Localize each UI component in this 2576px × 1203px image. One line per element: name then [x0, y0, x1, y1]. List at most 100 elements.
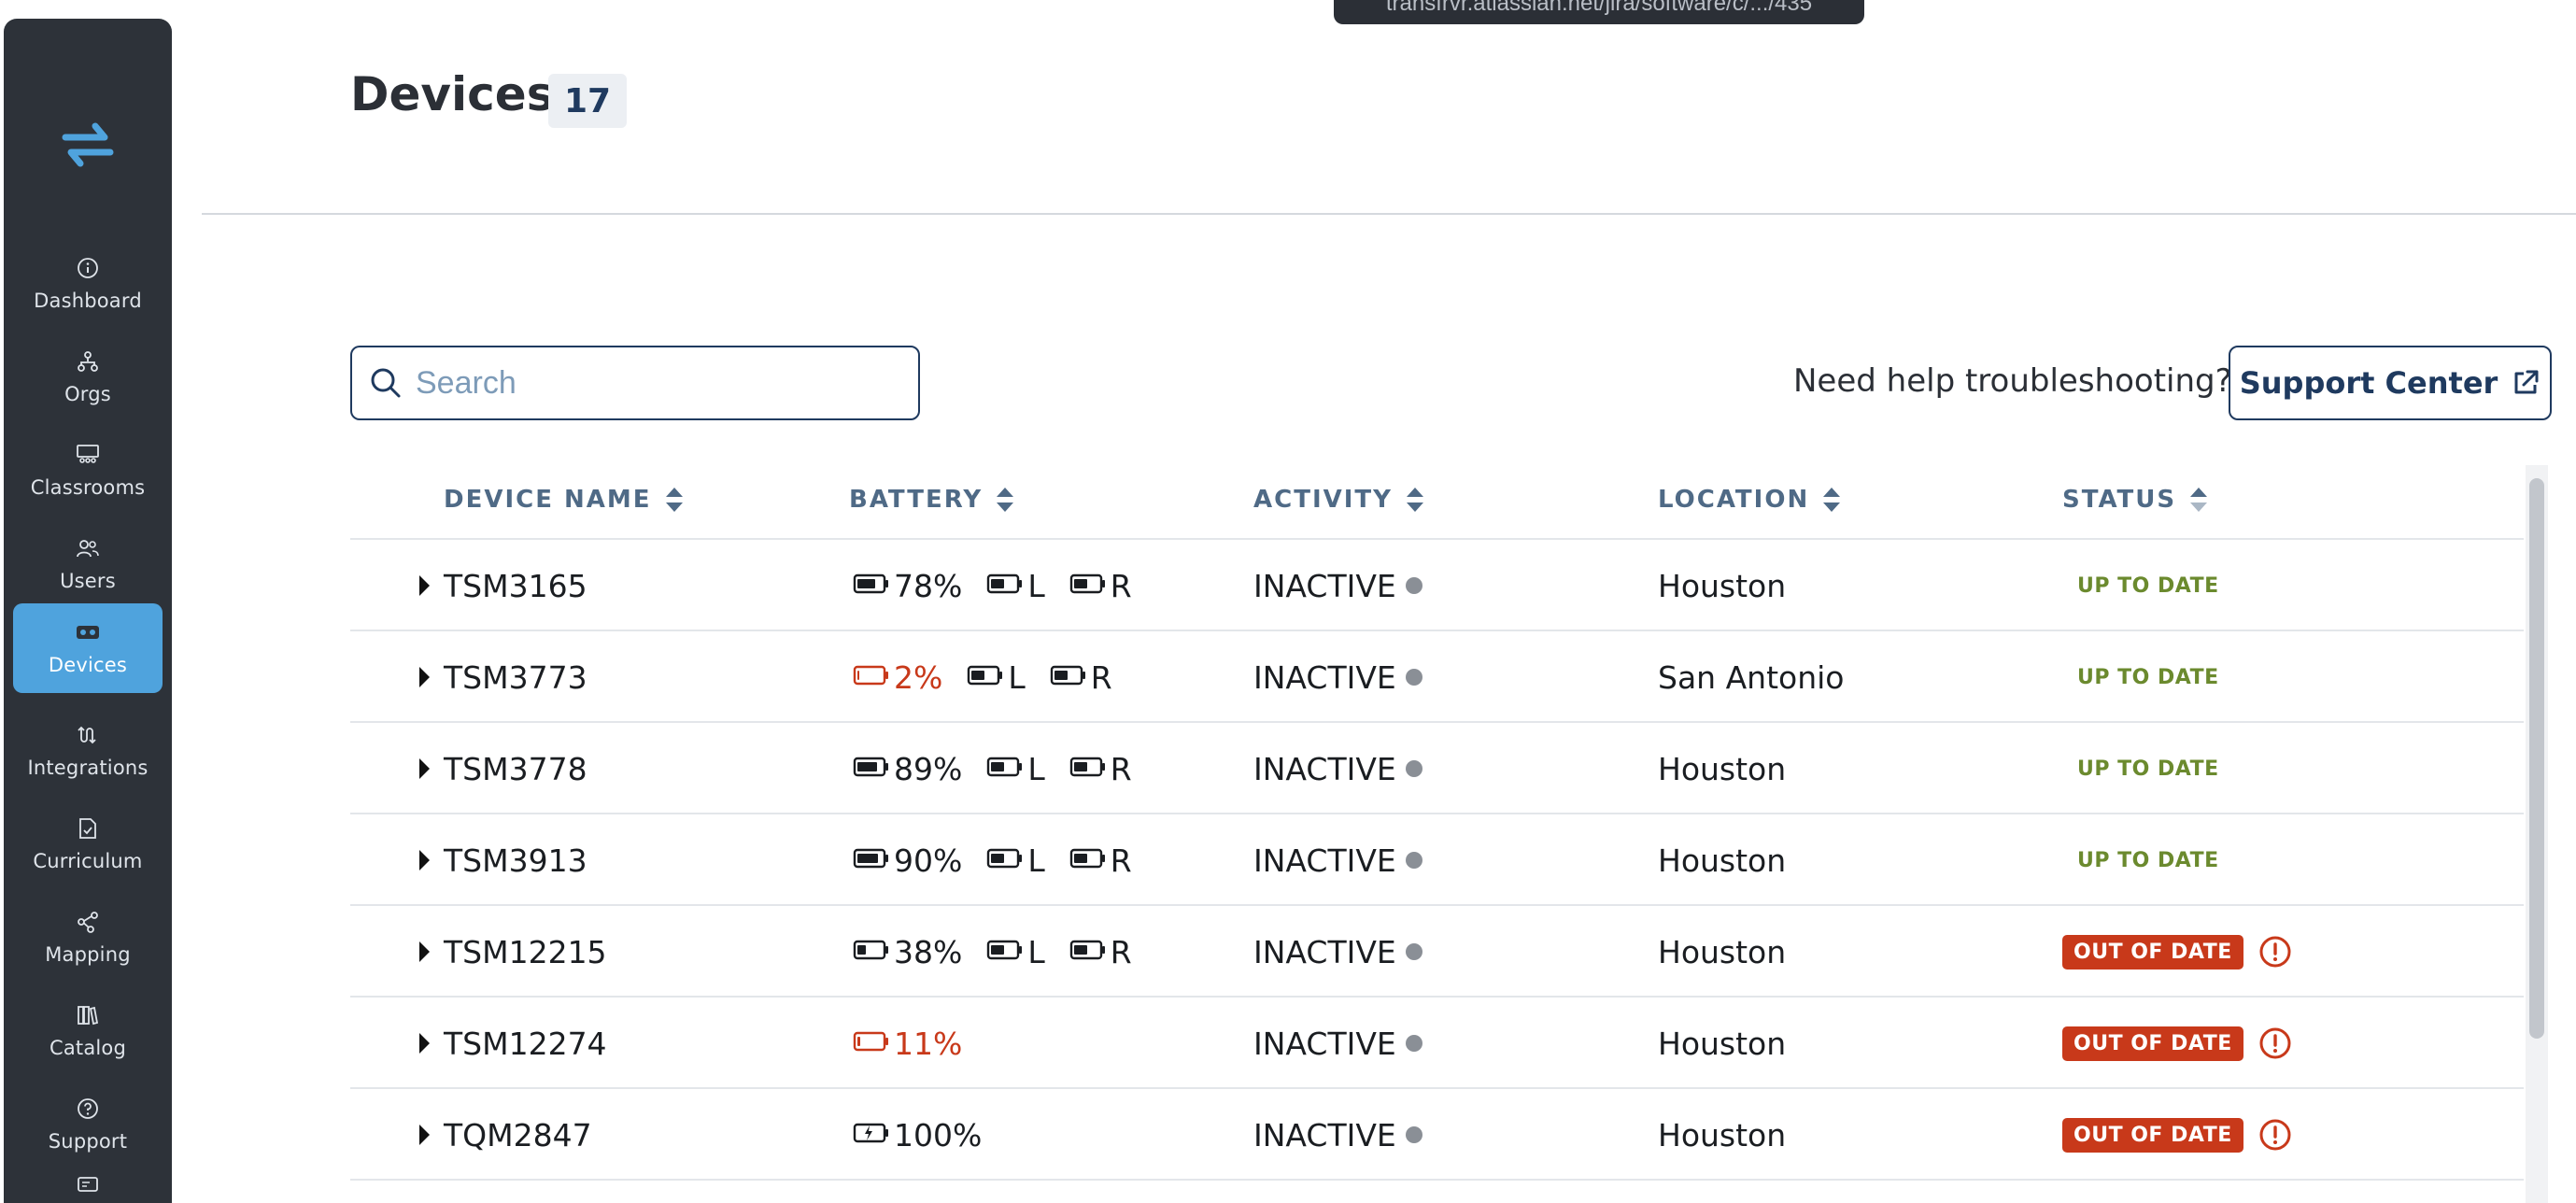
right-controller-battery: R	[1066, 751, 1132, 787]
expand-row-icon[interactable]	[419, 1125, 430, 1145]
controller-label: L	[1027, 567, 1045, 604]
headset-battery: 78%	[849, 568, 962, 604]
sidebar-item-label: Curriculum	[33, 850, 143, 872]
edit-card-icon	[76, 1173, 100, 1197]
vr-headset-icon	[76, 620, 100, 644]
left-controller-battery: L	[983, 751, 1045, 787]
table-row[interactable]: TSM3773 2% L R INACTIVE San Antonio UP TO DATE	[350, 631, 2524, 723]
battery-icon	[853, 659, 890, 696]
column-header-status[interactable]: STATUS	[2062, 486, 2208, 514]
status-badge: OUT OF DATE	[2062, 1026, 2243, 1061]
search-input[interactable]	[416, 364, 901, 402]
search-icon	[371, 368, 401, 398]
location-cell: Houston	[1658, 933, 1787, 970]
device-name: TQM2847	[444, 1116, 592, 1153]
battery-level: 2%	[894, 658, 943, 696]
location-cell: San Antonio	[1658, 658, 1845, 696]
column-header-battery[interactable]: BATTERY	[849, 486, 1014, 514]
sidebar-item-devices[interactable]: Devices	[13, 603, 163, 693]
table-row[interactable]: TSM3913 90% L R INACTIVE Houston UP TO DATE	[350, 814, 2524, 906]
books-icon	[76, 1003, 100, 1027]
table-row[interactable]: TQM2847 100% INACTIVE Houston OUT OF DATE	[350, 1089, 2524, 1181]
activity-cell: INACTIVE	[1253, 814, 1422, 906]
activity-dot	[1405, 852, 1422, 869]
warning-icon[interactable]	[2258, 1026, 2292, 1060]
column-header-label: ACTIVITY	[1253, 486, 1393, 514]
sidebar-item-users[interactable]: Users	[13, 519, 163, 609]
sidebar-item-curriculum[interactable]: Curriculum	[13, 800, 163, 889]
sidebar-item-label: Catalog	[49, 1037, 127, 1059]
column-header-device-name[interactable]: DEVICE NAME	[444, 486, 684, 514]
expand-row-icon[interactable]	[419, 850, 430, 870]
status-cell: UP TO DATE	[2062, 814, 2219, 906]
left-controller-battery: L	[983, 842, 1045, 879]
status-cell: UP TO DATE	[2062, 631, 2219, 723]
device-name: TSM12215	[444, 933, 607, 970]
controller-battery-icon	[986, 568, 1024, 604]
controller-label: L	[1027, 933, 1045, 970]
sort-icon	[665, 488, 683, 512]
activity-dot	[1405, 1035, 1422, 1052]
activity-dot	[1405, 669, 1422, 686]
activity-label: INACTIVE	[1253, 658, 1396, 696]
headset-battery: 100%	[849, 1117, 982, 1153]
device-name: TSM12274	[444, 1025, 607, 1062]
sidebar-item-label: Devices	[48, 654, 128, 676]
expand-row-icon[interactable]	[419, 575, 430, 596]
activity-dot	[1405, 577, 1422, 594]
expand-row-icon[interactable]	[419, 758, 430, 779]
sidebar-item-classrooms[interactable]: Classrooms	[13, 426, 163, 516]
expand-row-icon[interactable]	[419, 667, 430, 687]
column-header-label: DEVICE NAME	[444, 486, 652, 514]
sidebar-item-catalog[interactable]: Catalog	[13, 986, 163, 1076]
sidebar-item-label: Orgs	[64, 383, 111, 405]
expand-row-icon[interactable]	[419, 941, 430, 962]
expand-row-icon[interactable]	[419, 1033, 430, 1054]
activity-cell: INACTIVE	[1253, 998, 1422, 1089]
controller-label: R	[1110, 933, 1132, 970]
table-row[interactable]: TSM12274 11% INACTIVE Houston OUT OF DATE	[350, 998, 2524, 1089]
activity-dot	[1405, 943, 1422, 960]
battery-cell: 78% L R	[849, 540, 1153, 631]
activity-label: INACTIVE	[1253, 842, 1396, 879]
search-box[interactable]	[350, 346, 920, 420]
sidebar-item-mapping[interactable]: Mapping	[13, 893, 163, 983]
external-link-icon	[2514, 370, 2539, 394]
activity-label: INACTIVE	[1253, 933, 1396, 970]
controller-battery-icon	[986, 842, 1024, 879]
sidebar-item-integrations[interactable]: Integrations	[13, 706, 163, 796]
left-controller-battery: L	[983, 933, 1045, 970]
users-icon	[76, 536, 100, 560]
battery-cell: 38% L R	[849, 906, 1153, 998]
column-header-location[interactable]: LOCATION	[1658, 486, 1841, 514]
controller-label: R	[1090, 658, 1112, 696]
sidebar: Dashboard Orgs Classrooms Users Devices	[4, 19, 172, 1203]
scrollbar-thumb[interactable]	[2529, 478, 2544, 1039]
location-cell: Houston	[1658, 842, 1787, 879]
controller-battery-icon	[1069, 751, 1107, 787]
location-cell: Houston	[1658, 1025, 1787, 1062]
sidebar-item-more[interactable]	[13, 1173, 163, 1203]
sidebar-item-orgs[interactable]: Orgs	[13, 333, 163, 422]
table-row[interactable]: TSM12215 38% L R INACTIVE Houston OUT OF DATE	[350, 906, 2524, 998]
sidebar-item-support[interactable]: Support	[13, 1080, 163, 1169]
right-controller-battery: R	[1066, 842, 1132, 879]
activity-cell: INACTIVE	[1253, 631, 1422, 723]
sort-icon	[1823, 488, 1841, 512]
sidebar-item-label: Users	[60, 570, 116, 592]
warning-icon[interactable]	[2258, 935, 2292, 969]
controller-battery-icon	[986, 934, 1024, 970]
column-header-activity[interactable]: ACTIVITY	[1253, 486, 1424, 514]
table-row[interactable]: TSM3778 89% L R INACTIVE Houston UP TO DATE	[350, 723, 2524, 814]
support-center-label: Support Center	[2239, 365, 2498, 401]
sidebar-item-label: Integrations	[27, 757, 149, 779]
table-row[interactable]: TSM3165 78% L R INACTIVE Houston UP TO DATE	[350, 540, 2524, 631]
support-center-button[interactable]: Support Center	[2229, 346, 2552, 420]
table-scrollbar[interactable]	[2526, 465, 2548, 1203]
share-nodes-icon	[76, 910, 100, 934]
headset-battery: 38%	[849, 934, 962, 970]
sort-icon	[997, 488, 1014, 512]
sidebar-item-dashboard[interactable]: Dashboard	[13, 239, 163, 329]
app-logo[interactable]	[4, 103, 172, 187]
warning-icon[interactable]	[2258, 1118, 2292, 1152]
